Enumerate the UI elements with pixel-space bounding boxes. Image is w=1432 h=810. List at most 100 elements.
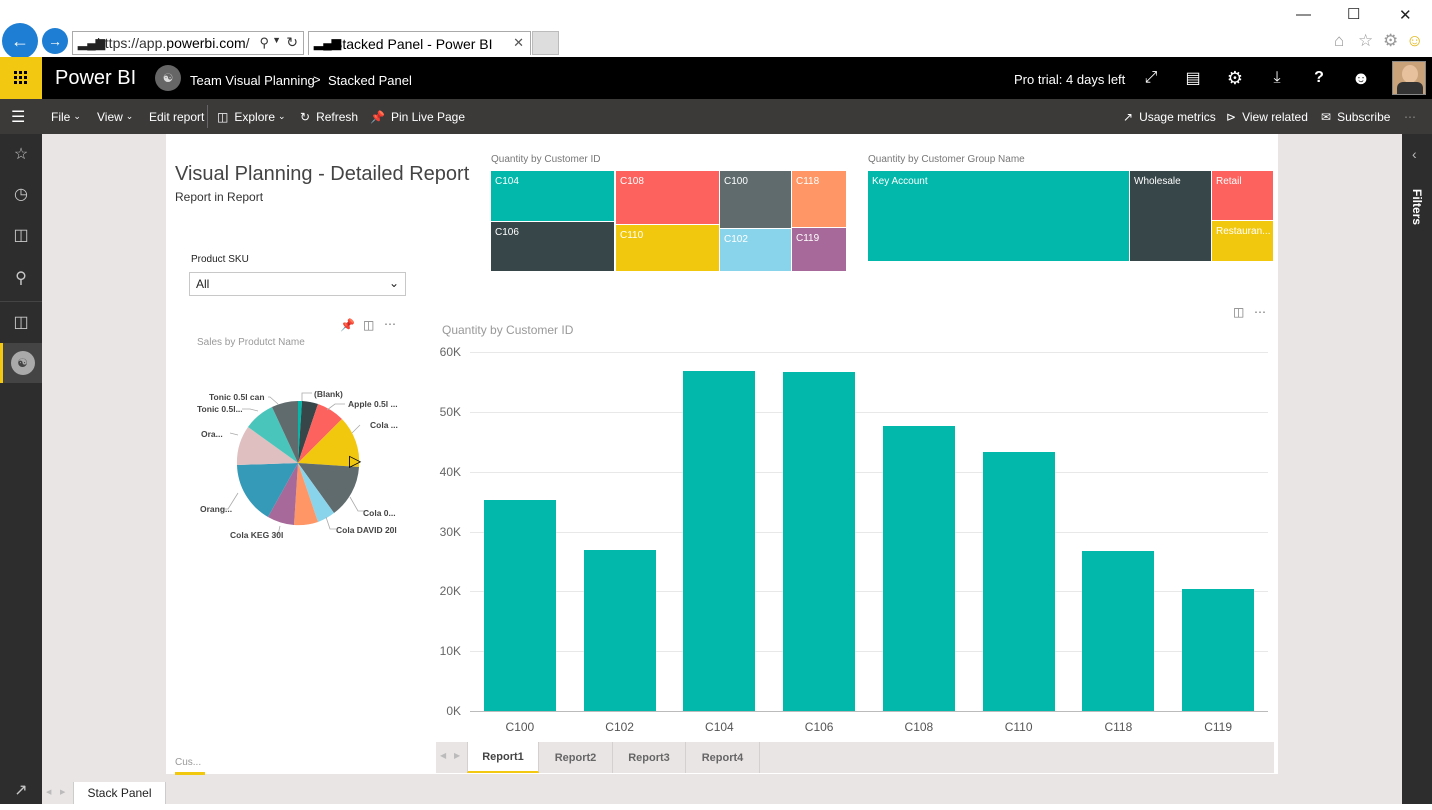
treemap-tile[interactable]: C104 [490, 170, 615, 222]
bar-C119[interactable] [1182, 588, 1255, 711]
recent-icon[interactable]: ◷ [0, 174, 42, 214]
workspaces-icon[interactable]: ◫ [0, 302, 42, 342]
apps-icon[interactable]: ◫ [0, 215, 42, 255]
tab-report3[interactable]: Report3 [613, 742, 686, 773]
chevron-left-icon[interactable]: ‹ [1412, 146, 1417, 162]
pin-visual-icon[interactable]: 📌 [340, 318, 355, 332]
view-menu[interactable]: View ⌄ [97, 99, 133, 134]
treemap-tile[interactable]: C106 [490, 221, 615, 272]
favorites-icon[interactable]: ☆ [0, 134, 42, 174]
treemap-tile[interactable]: C119 [791, 227, 847, 272]
gear-icon[interactable]: ⚙ [1383, 31, 1398, 51]
tab-title: Stacked Panel - Power BI [333, 35, 493, 52]
filters-label[interactable]: Filters [1410, 189, 1424, 225]
refresh-icon: ↻ [300, 109, 311, 124]
bar-C100[interactable] [483, 500, 556, 711]
treemap-tile[interactable]: Retail [1211, 170, 1274, 221]
edit-report-button[interactable]: Edit report [149, 99, 204, 134]
close-window-icon[interactable]: ✕ [1399, 6, 1412, 24]
expand-icon[interactable]: ↗ [0, 770, 42, 810]
bottom-tab[interactable]: Stack Panel [73, 782, 166, 804]
trial-status[interactable]: Pro trial: 4 days left [1014, 72, 1125, 87]
smiley-icon[interactable]: ☺ [1406, 31, 1423, 51]
app-launcher-icon[interactable] [0, 57, 42, 99]
tab-report4[interactable]: Report4 [686, 742, 760, 773]
view-related-button[interactable]: ⊳ View related [1226, 99, 1308, 134]
download-icon[interactable]: ⤓ [1256, 57, 1298, 99]
pin-live-page-button[interactable]: 📌 Pin Live Page [370, 99, 465, 134]
chevron-down-icon: ⌄ [125, 111, 134, 121]
maximize-icon[interactable]: ☐ [1347, 5, 1360, 23]
tab-scroll-right-icon[interactable]: ▶ [454, 751, 460, 760]
product-sku-dropdown[interactable]: All ⌄ [189, 272, 406, 296]
refresh-button[interactable]: ↻ Refresh [300, 99, 358, 134]
tab-scroll-left-icon[interactable]: ◀ [440, 751, 446, 760]
shared-icon[interactable]: ⚲ [0, 258, 42, 298]
file-menu[interactable]: File ⌄ [51, 99, 81, 134]
url-domain: powerbi.com [166, 35, 246, 51]
avatar[interactable] [1392, 61, 1426, 95]
more-options-icon[interactable]: ⋯ [1254, 305, 1266, 319]
bar-C104[interactable] [683, 370, 756, 711]
team-workspace-icon[interactable]: ☯ [0, 343, 42, 383]
search-icon[interactable]: ⚲ [259, 35, 269, 51]
gridline [470, 352, 1268, 353]
focus-mode-icon[interactable]: ◫ [1233, 305, 1244, 319]
tab-report2[interactable]: Report2 [539, 742, 613, 773]
pie-label: (Blank) [314, 389, 343, 399]
treemap-tile[interactable]: C110 [615, 224, 720, 272]
bottom-scroll-left-icon[interactable]: ◀ [46, 788, 51, 796]
more-icon[interactable]: ⋯ [1404, 99, 1416, 134]
treemap-tile[interactable]: C102 [719, 228, 792, 272]
more-options-icon[interactable]: ⋯ [384, 317, 396, 331]
minimize-icon[interactable]: — [1296, 6, 1311, 23]
pin-label: Pin Live Page [390, 109, 466, 124]
bar-C102[interactable] [583, 550, 656, 711]
home-icon[interactable]: ⌂ [1334, 31, 1344, 51]
bar-chart-title: Quantity by Customer ID [442, 323, 574, 337]
breadcrumb-separator: > [313, 72, 321, 87]
bar-C108[interactable] [882, 426, 955, 711]
subscribe-button[interactable]: ✉ Subscribe [1321, 99, 1390, 134]
hamburger-icon[interactable]: ☰ [11, 99, 25, 134]
filters-pane[interactable]: ‹ Filters [1402, 134, 1432, 804]
settings-icon[interactable]: ⚙ [1214, 57, 1256, 99]
feedback-icon[interactable]: ☻ [1340, 57, 1382, 99]
usage-metrics-button[interactable]: ↗ Usage metrics [1123, 99, 1216, 134]
treemap-customer-title: Quantity by Customer ID [491, 154, 601, 165]
slicer-label: Product SKU [191, 254, 249, 265]
bar-C118[interactable] [1082, 551, 1155, 711]
focus-mode-icon[interactable]: ◫ [363, 318, 374, 332]
bar-C106[interactable] [783, 371, 856, 711]
treemap-tile[interactable]: C108 [615, 170, 720, 225]
gridline [470, 711, 1268, 712]
tab-report1[interactable]: Report1 [467, 742, 539, 773]
star-icon[interactable]: ☆ [1358, 31, 1373, 51]
explore-menu[interactable]: ◫ Explore ⌄ [217, 99, 286, 134]
new-tab-button[interactable] [532, 31, 559, 55]
pie-label: Cola ... [370, 420, 398, 430]
comment-icon[interactable]: ▤ [1172, 57, 1214, 99]
treemap-tile[interactable]: C100 [719, 170, 792, 229]
y-tick-label: 60K [439, 345, 461, 359]
bar-C110[interactable] [982, 451, 1055, 711]
address-bar[interactable]: ▂▄▆ https://app. powerbi.com / ⚲ ▼ ↻ [72, 31, 304, 55]
fullscreen-icon[interactable]: ⤢ [1130, 57, 1172, 99]
back-icon[interactable]: ← [2, 23, 38, 59]
dropdown-icon[interactable]: ▼ [272, 35, 281, 45]
close-tab-icon[interactable]: ✕ [513, 35, 524, 51]
breadcrumb-workspace[interactable]: Team Visual Planning [190, 73, 315, 88]
bottom-scroll-right-icon[interactable]: ▶ [60, 788, 65, 796]
browser-tab[interactable]: ▂▄▆ Stacked Panel - Power BI ✕ [308, 31, 531, 55]
treemap-tile[interactable]: Key Account [867, 170, 1130, 262]
help-icon[interactable]: ? [1298, 57, 1340, 99]
y-tick-label: 40K [439, 464, 461, 479]
y-tick-label: 10K [439, 644, 461, 659]
treemap-tile[interactable]: Wholesale [1129, 170, 1212, 262]
reload-icon[interactable]: ↻ [286, 34, 298, 51]
breadcrumb-dashboard[interactable]: Stacked Panel [328, 73, 412, 88]
treemap-tile[interactable]: Restauran... [1211, 220, 1274, 262]
treemap-tile[interactable]: C118 [791, 170, 847, 228]
forward-icon[interactable]: → [42, 28, 68, 54]
app-name[interactable]: Power BI [55, 67, 136, 90]
